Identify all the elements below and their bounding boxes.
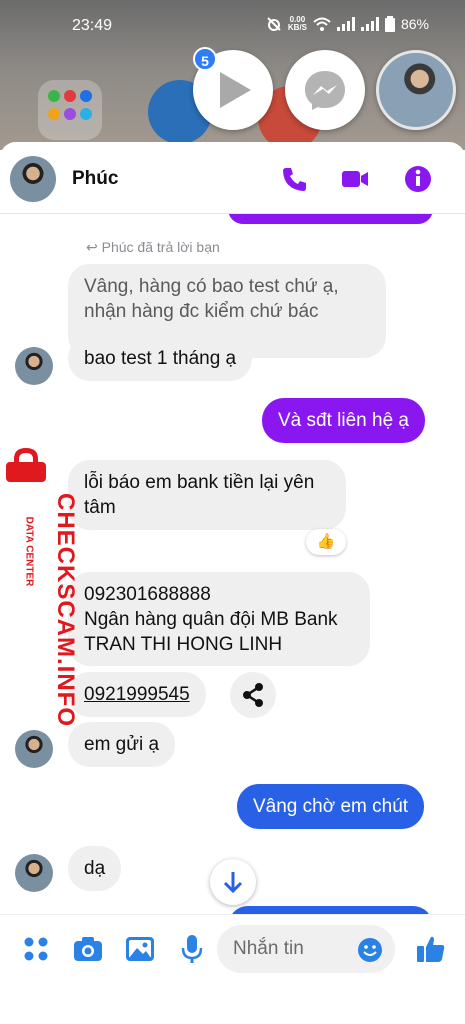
- message-bubble-incoming[interactable]: dạ: [68, 846, 122, 891]
- wifi-icon: [313, 17, 331, 31]
- phone-number-link[interactable]: 0921999545: [68, 672, 206, 717]
- chat-header: Phúc: [0, 142, 465, 214]
- status-bar: 23:49 0.00 KB/S 86%: [0, 0, 465, 52]
- scroll-down-button[interactable]: [210, 859, 256, 905]
- messenger-chat-head[interactable]: [285, 50, 365, 130]
- composer-bar: Nhắn tin: [0, 914, 465, 1024]
- message-input[interactable]: Nhắn tin: [217, 925, 395, 973]
- share-icon: [243, 683, 263, 707]
- message-bubble-incoming[interactable]: bao test 1 tháng ạ: [68, 336, 253, 381]
- battery-percent: 86%: [400, 16, 429, 32]
- signal-icon-1: [336, 17, 355, 31]
- messenger-icon: [305, 71, 345, 110]
- status-time: 23:49: [72, 17, 113, 34]
- share-button[interactable]: [230, 672, 276, 718]
- video-call-icon[interactable]: [340, 164, 370, 194]
- reply-arrow-icon: ↩: [86, 239, 102, 255]
- chat-panel: Phúc ↩ Phúc đã trả lời bạn Vâng, hàng có…: [0, 142, 465, 1024]
- microphone-icon[interactable]: [176, 933, 208, 965]
- contact-name[interactable]: Phúc: [72, 168, 118, 190]
- avatar: [15, 730, 53, 768]
- avatar: [15, 347, 53, 385]
- info-icon[interactable]: [403, 164, 433, 194]
- menu-dots-icon[interactable]: [20, 933, 52, 965]
- emoji-icon[interactable]: [357, 937, 383, 963]
- message-bubble-incoming[interactable]: lỗi báo em bank tiền lại yên tâm: [68, 460, 346, 530]
- network-speed: 0.00 KB/S: [287, 15, 307, 32]
- phone-icon[interactable]: [280, 164, 310, 194]
- thumbs-up-icon[interactable]: [415, 933, 447, 965]
- reaction-thumbs-up[interactable]: 👍: [306, 529, 346, 555]
- battery-icon: [384, 16, 395, 32]
- gallery-icon[interactable]: [124, 933, 156, 965]
- arrow-down-icon: [223, 872, 243, 894]
- alarm-mute-icon: [267, 17, 281, 31]
- signal-icon-2: [360, 17, 379, 31]
- reply-note: ↩ Phúc đã trả lời bạn: [86, 239, 220, 255]
- message-bubble-outgoing[interactable]: Và sđt liên hệ ạ: [262, 398, 425, 443]
- message-bubble-bank-info[interactable]: 092301688888 Ngân hàng quân đội MB Bank …: [68, 572, 370, 666]
- notification-badge: 5: [193, 47, 217, 71]
- avatar[interactable]: [10, 156, 56, 202]
- contact-chat-head[interactable]: [376, 50, 456, 130]
- message-bubble-incoming[interactable]: em gửi ạ: [68, 722, 176, 767]
- camera-icon[interactable]: [72, 933, 104, 965]
- message-bubble-outgoing[interactable]: Vâng chờ em chút: [237, 784, 425, 829]
- avatar: [15, 854, 53, 892]
- message-list[interactable]: ↩ Phúc đã trả lời bạn Vâng, hàng có bao …: [0, 194, 465, 946]
